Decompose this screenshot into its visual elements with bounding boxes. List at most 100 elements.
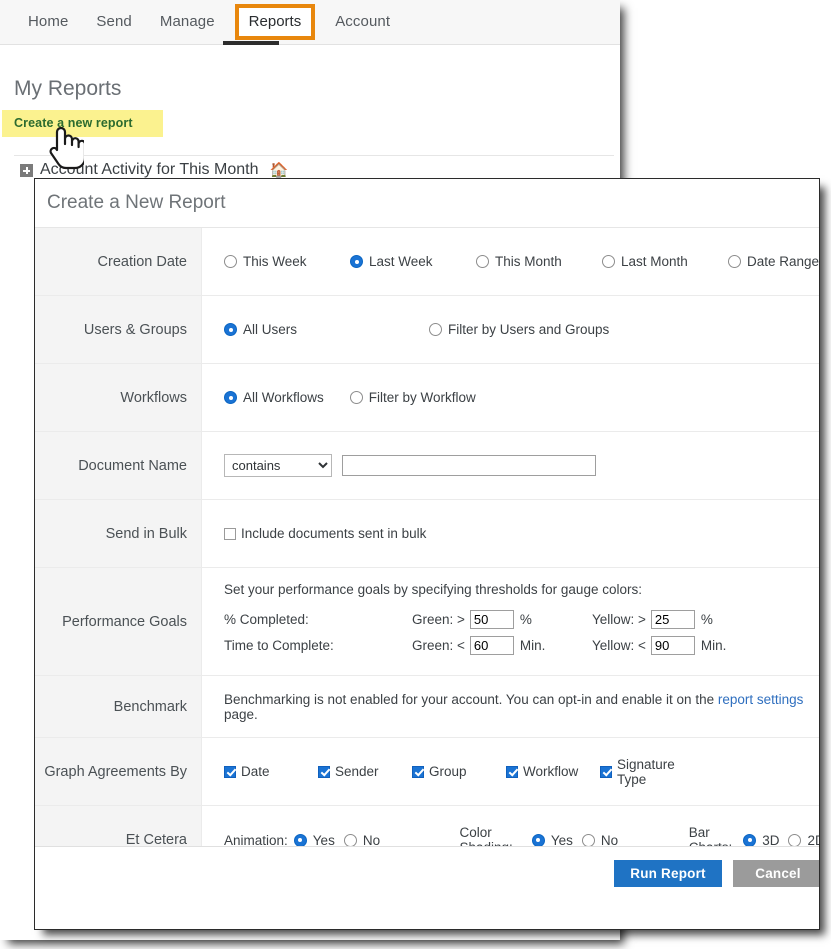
checkbox-group[interactable]: Group bbox=[412, 757, 506, 787]
checkbox-sender[interactable]: Sender bbox=[318, 757, 412, 787]
nav-item-home[interactable]: Home bbox=[14, 0, 82, 44]
radio-icon[interactable] bbox=[349, 391, 363, 404]
radio-icon-selected[interactable] bbox=[293, 833, 307, 847]
radio-filter-by-workflow[interactable]: Filter by Workflow bbox=[349, 390, 476, 405]
field-workflows: All Workflows Filter by Workflow bbox=[202, 364, 819, 431]
form-row-creation-date: Creation Date This Week Last Week This M… bbox=[35, 228, 819, 296]
divider bbox=[14, 155, 614, 156]
checkbox-icon[interactable] bbox=[224, 527, 236, 540]
nav-active-underline bbox=[223, 41, 279, 45]
radio-icon[interactable] bbox=[224, 255, 237, 268]
radio-label: All Users bbox=[243, 322, 298, 337]
nav-item-manage[interactable]: Manage bbox=[146, 0, 229, 44]
radio-icon[interactable] bbox=[788, 833, 802, 847]
radio-last-month[interactable]: Last Month bbox=[602, 254, 728, 269]
checkbox-icon-checked[interactable] bbox=[224, 765, 236, 778]
nav-item-reports-label: Reports bbox=[238, 8, 312, 36]
radio-label: This Month bbox=[495, 254, 562, 269]
checkbox-icon-checked[interactable] bbox=[318, 765, 330, 778]
radio-icon[interactable] bbox=[581, 833, 595, 847]
run-report-button[interactable]: Run Report bbox=[614, 860, 722, 887]
radio-label: Filter by Workflow bbox=[368, 390, 476, 405]
checkbox-icon-checked[interactable] bbox=[412, 765, 424, 778]
dialog-footer: Run Report Cancel bbox=[35, 846, 819, 929]
goal-green-label: Green: < bbox=[412, 637, 465, 653]
field-creation-date: This Week Last Week This Month Last Mont… bbox=[202, 228, 820, 295]
checkbox-signature-type[interactable]: Signature Type bbox=[600, 757, 694, 787]
radio-icon-selected[interactable] bbox=[531, 833, 545, 847]
radio-icon-selected[interactable] bbox=[224, 391, 237, 404]
field-graph-agreements-by: Date Sender Group Workflow Signature Typ… bbox=[202, 738, 819, 805]
goal-name: % Completed: bbox=[224, 611, 309, 627]
radio-this-month[interactable]: This Month bbox=[476, 254, 602, 269]
goal-yellow-segment: Yellow: < Min. bbox=[592, 635, 772, 655]
benchmark-text-before: Benchmarking is not enabled for your acc… bbox=[224, 691, 718, 707]
report-settings-link[interactable]: report settings bbox=[718, 692, 804, 707]
field-performance-goals: Set your performance goals by specifying… bbox=[202, 568, 819, 675]
radio-label: Last Week bbox=[369, 254, 433, 269]
radio-label: This Week bbox=[243, 254, 307, 269]
nav-item-account[interactable]: Account bbox=[321, 0, 404, 44]
document-name-input[interactable] bbox=[342, 455, 596, 476]
radio-all-users[interactable]: All Users bbox=[224, 322, 429, 337]
label-benchmark: Benchmark bbox=[35, 676, 202, 737]
goal-green-unit: % bbox=[519, 611, 532, 627]
cancel-button[interactable]: Cancel bbox=[733, 860, 819, 887]
nav-item-send[interactable]: Send bbox=[82, 0, 145, 44]
checkbox-label: Group bbox=[429, 764, 467, 779]
radio-date-range[interactable]: Date Range bbox=[728, 254, 820, 269]
label-creation-date: Creation Date bbox=[35, 228, 202, 295]
home-icon[interactable]: 🏠 bbox=[269, 161, 288, 179]
field-benchmark: Benchmarking is not enabled for your acc… bbox=[202, 676, 819, 737]
goal-green-segment: Green: > % bbox=[412, 609, 592, 629]
form-row-workflows: Workflows All Workflows Filter by Workfl… bbox=[35, 364, 819, 432]
radio-icon[interactable] bbox=[728, 255, 741, 268]
radio-icon-selected[interactable] bbox=[743, 833, 757, 847]
checkbox-label: Sender bbox=[335, 764, 379, 779]
form-row-users-groups: Users & Groups All Users Filter by Users… bbox=[35, 296, 819, 364]
performance-goal-line-completed: % Completed: Green: > % Yellow: > % bbox=[224, 609, 772, 629]
performance-goal-line-time: Time to Complete: Green: < Min. Yellow: … bbox=[224, 635, 772, 655]
benchmark-text-after: page. bbox=[224, 706, 258, 722]
goal-yellow-unit: % bbox=[700, 611, 713, 627]
radio-icon-selected[interactable] bbox=[350, 255, 363, 268]
radio-all-workflows[interactable]: All Workflows bbox=[224, 390, 324, 405]
radio-icon[interactable] bbox=[476, 255, 489, 268]
radio-filter-users-groups[interactable]: Filter by Users and Groups bbox=[429, 322, 609, 337]
goal-green-input[interactable] bbox=[469, 609, 514, 629]
goal-yellow-label: Yellow: < bbox=[592, 637, 646, 653]
checkbox-include-bulk[interactable]: Include documents sent in bulk bbox=[224, 526, 426, 541]
radio-this-week[interactable]: This Week bbox=[224, 254, 350, 269]
screenshot-root: Home Send Manage Reports Account My Repo… bbox=[0, 0, 831, 949]
label-send-in-bulk: Send in Bulk bbox=[35, 500, 202, 567]
checkbox-icon-checked[interactable] bbox=[600, 765, 612, 778]
plus-icon[interactable] bbox=[20, 163, 33, 177]
field-send-in-bulk: Include documents sent in bulk bbox=[202, 500, 819, 567]
radio-icon[interactable] bbox=[429, 323, 442, 336]
document-name-operator-select[interactable]: contains does not contain is exactly sta… bbox=[224, 454, 332, 477]
radio-last-week[interactable]: Last Week bbox=[350, 254, 476, 269]
goal-yellow-input[interactable] bbox=[650, 635, 695, 655]
radio-label: Date Range bbox=[747, 254, 820, 269]
radio-icon[interactable] bbox=[343, 833, 357, 847]
radio-icon[interactable] bbox=[602, 255, 615, 268]
goal-name: Time to Complete: bbox=[224, 637, 334, 653]
performance-goals-intro: Set your performance goals by specifying… bbox=[224, 581, 642, 597]
nav-item-reports[interactable]: Reports bbox=[234, 4, 316, 40]
form-row-performance-goals: Performance Goals Set your performance g… bbox=[35, 568, 819, 676]
radio-icon-selected[interactable] bbox=[224, 323, 237, 336]
form-row-send-in-bulk: Send in Bulk Include documents sent in b… bbox=[35, 500, 819, 568]
main-navigation: Home Send Manage Reports Account bbox=[0, 0, 620, 45]
checkbox-label: Workflow bbox=[523, 764, 579, 779]
create-report-dialog: Create a New Report Creation Date This W… bbox=[34, 178, 820, 930]
goal-green-input[interactable] bbox=[469, 635, 514, 655]
goal-green-segment: Green: < Min. bbox=[412, 635, 592, 655]
checkbox-date[interactable]: Date bbox=[224, 757, 318, 787]
checkbox-icon-checked[interactable] bbox=[506, 765, 518, 778]
label-performance-goals: Performance Goals bbox=[35, 568, 202, 675]
goal-yellow-input[interactable] bbox=[650, 609, 695, 629]
field-document-name: contains does not contain is exactly sta… bbox=[202, 432, 819, 499]
checkbox-workflow[interactable]: Workflow bbox=[506, 757, 600, 787]
page-title: My Reports bbox=[14, 77, 122, 100]
form-row-graph-agreements-by: Graph Agreements By Date Sender Group Wo… bbox=[35, 738, 819, 806]
